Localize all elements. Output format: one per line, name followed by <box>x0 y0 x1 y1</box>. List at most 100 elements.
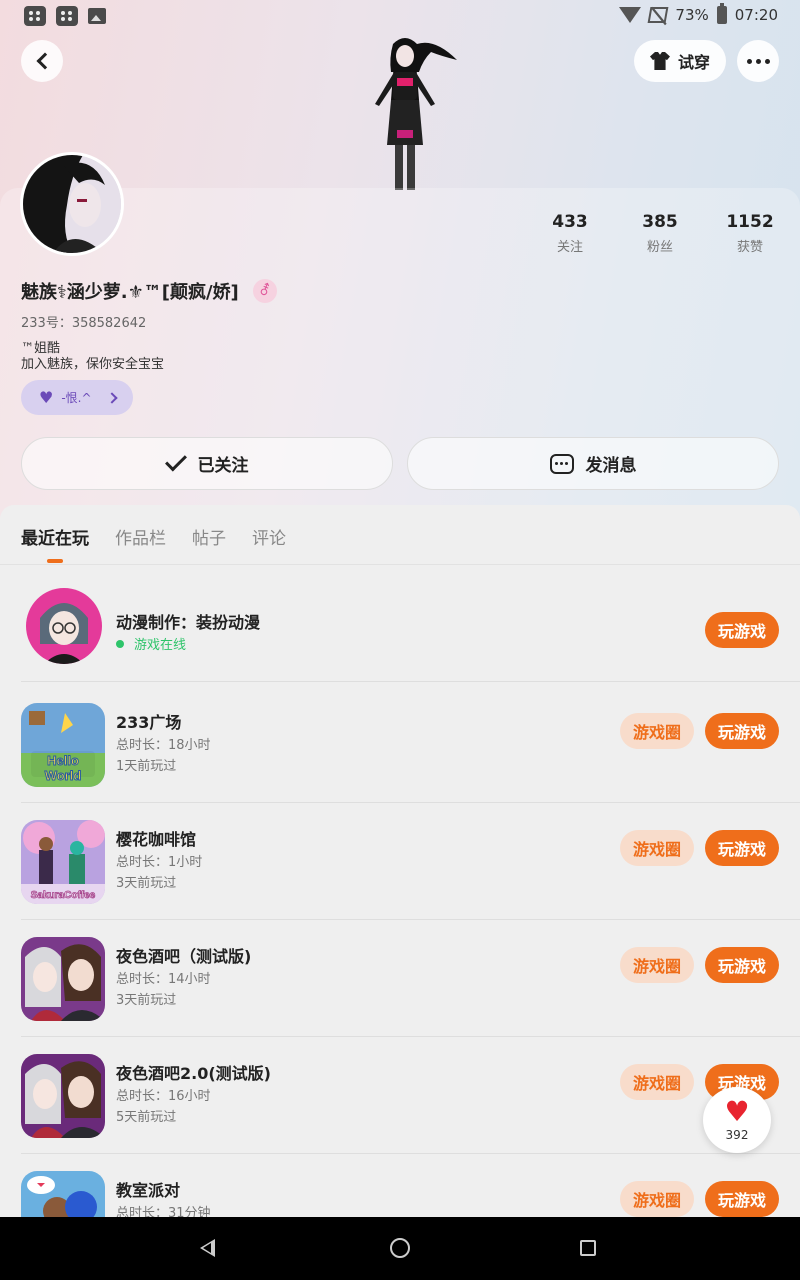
game-circle-button[interactable]: 游戏圈 <box>620 713 694 749</box>
game-circle-button[interactable]: 游戏圈 <box>620 947 694 983</box>
game-title: 夜色酒吧2.0(测试版) <box>116 1064 271 1083</box>
wifi-icon <box>619 7 642 23</box>
tab-recently-played[interactable]: 最近在玩 <box>21 524 89 549</box>
no-signal-icon <box>648 7 669 23</box>
game-title: 233广场 <box>116 713 182 732</box>
profile-stats: 433 关注 385 粉丝 1152 获赞 <box>520 212 790 256</box>
following-button[interactable]: 已关注 <box>21 437 393 490</box>
stat-value: 385 <box>642 212 678 232</box>
nav-home-icon[interactable] <box>390 1238 410 1258</box>
online-status: 游戏在线 <box>116 634 186 653</box>
play-duration: 总时长：1小时 <box>116 855 203 870</box>
tag-label: -恨.^ <box>61 391 92 405</box>
play-duration: 总时长：14小时 <box>116 972 211 987</box>
user-id[interactable]: 233号：358582642 <box>21 312 146 331</box>
play-game-button[interactable]: 玩游戏 <box>705 947 779 983</box>
last-played: 3天前玩过 <box>116 876 177 891</box>
stat-value: 433 <box>552 212 588 232</box>
app-notification-icon <box>56 6 78 26</box>
game-circle-button[interactable]: 游戏圈 <box>620 830 694 866</box>
stat-label: 粉丝 <box>646 240 673 255</box>
tab-active-indicator <box>47 559 63 563</box>
game-title: 教室派对 <box>116 1181 181 1200</box>
last-played: 3天前玩过 <box>116 993 177 1008</box>
list-item[interactable]: SakuraCoffee 樱花咖啡馆 总时长：1小时 3天前玩过 游戏圈 玩游戏 <box>0 803 800 920</box>
play-game-button[interactable]: 玩游戏 <box>705 612 779 648</box>
list-item[interactable]: 夜色酒吧（测试版) 总时长：14小时 3天前玩过 游戏圈 玩游戏 <box>0 920 800 1037</box>
more-dots-icon <box>746 58 752 64</box>
list-item[interactable]: Hello World 233广场 总时长：18小时 1天前玩过 游戏圈 玩游戏 <box>0 686 800 803</box>
game-title: 樱花咖啡馆 <box>116 830 197 849</box>
tab-posts[interactable]: 帖子 <box>192 524 226 549</box>
game-circle-button[interactable]: 游戏圈 <box>620 1181 694 1217</box>
system-navigation-bar <box>0 1217 800 1280</box>
profile-content-panel: 最近在玩 作品栏 帖子 评论 动漫制作：装扮动漫 游戏在线 玩游戏 Hello … <box>0 505 800 1217</box>
user-nickname: 魅族⚕涵少萝.⚜™[颠疯/娇] ⚦ <box>21 278 277 304</box>
nav-back-icon[interactable] <box>200 1239 215 1257</box>
last-played: 1天前玩过 <box>116 759 177 774</box>
profile-tag-chip[interactable]: ♥ -恨.^ <box>21 380 133 415</box>
clock: 07:20 <box>734 6 778 24</box>
game-icon <box>21 937 105 1021</box>
shirt-icon <box>649 52 670 70</box>
following-label: 已关注 <box>197 456 249 476</box>
heart-icon: ♥ <box>39 388 54 407</box>
play-duration: 总时长：16小时 <box>116 1089 211 1104</box>
stat-likes[interactable]: 1152 获赞 <box>705 212 795 255</box>
game-icon: Hello World <box>21 703 105 787</box>
play-duration: 总时长：31分钟 <box>116 1206 211 1217</box>
send-message-button[interactable]: 发消息 <box>407 437 779 490</box>
like-count: 392 <box>725 1128 749 1142</box>
stat-following[interactable]: 433 关注 <box>525 212 615 255</box>
status-bar: 73% 07:20 <box>0 0 800 34</box>
tab-comments[interactable]: 评论 <box>252 524 286 549</box>
play-game-button[interactable]: 玩游戏 <box>705 713 779 749</box>
play-game-button[interactable]: 玩游戏 <box>705 830 779 866</box>
avatar[interactable] <box>20 152 124 256</box>
chat-bubble-icon <box>549 453 574 474</box>
send-message-label: 发消息 <box>585 456 637 476</box>
online-status-text: 游戏在线 <box>134 638 187 653</box>
check-icon <box>164 449 187 472</box>
bio-line-2: 加入魅族，保你安全宝宝 <box>21 357 165 372</box>
stat-label: 关注 <box>556 240 583 255</box>
sakura-coffee-logo-text: SakuraCoffee <box>31 890 96 901</box>
more-options-button[interactable] <box>737 40 779 82</box>
game-icon <box>21 1171 105 1217</box>
play-game-button[interactable]: 玩游戏 <box>705 1181 779 1217</box>
avatar-3d-figure[interactable] <box>345 30 465 190</box>
stat-label: 获赞 <box>736 240 763 255</box>
svg-text:World: World <box>45 768 82 783</box>
list-item[interactable]: 动漫制作：装扮动漫 游戏在线 玩游戏 <box>0 565 800 682</box>
game-title: 动漫制作：装扮动漫 <box>116 613 261 632</box>
game-circle-button[interactable]: 游戏圈 <box>620 1064 694 1100</box>
try-on-button[interactable]: 试穿 <box>634 40 726 82</box>
avatar-image <box>23 155 121 253</box>
like-floating-button[interactable]: ♥ 392 <box>703 1087 771 1153</box>
game-icon <box>21 1054 105 1138</box>
chevron-right-icon <box>105 391 118 404</box>
online-dot-icon <box>116 639 124 648</box>
app-notification-icon <box>24 6 46 26</box>
play-duration: 总时长：18小时 <box>116 738 211 753</box>
game-title: 夜色酒吧（测试版) <box>116 947 252 966</box>
game-icon <box>26 588 102 664</box>
nav-recents-icon[interactable] <box>580 1240 596 1256</box>
heart-icon: ♥ <box>724 1095 750 1128</box>
list-item[interactable]: 教室派对 总时长：31分钟 游戏圈 玩游戏 <box>0 1154 800 1217</box>
stat-value: 1152 <box>726 212 774 232</box>
tab-works[interactable]: 作品栏 <box>115 524 166 549</box>
try-on-label: 试穿 <box>677 53 710 72</box>
back-button[interactable] <box>21 40 63 82</box>
list-item[interactable]: 夜色酒吧2.0(测试版) 总时长：16小时 5天前玩过 游戏圈 玩游戏 <box>0 1037 800 1154</box>
female-gender-icon: ⚦ <box>252 279 277 303</box>
last-played: 5天前玩过 <box>116 1110 177 1125</box>
battery-percent: 73% <box>675 6 709 24</box>
hello-world-logo-text: Hello <box>47 753 79 768</box>
image-notification-icon <box>88 8 106 24</box>
stat-followers[interactable]: 385 粉丝 <box>615 212 705 255</box>
battery-icon <box>716 3 727 24</box>
chevron-left-icon <box>36 52 53 70</box>
nickname-text: 魅族⚕涵少萝.⚜™[颠疯/娇] <box>21 282 239 303</box>
profile-tabs: 最近在玩 作品栏 帖子 评论 <box>0 505 800 565</box>
